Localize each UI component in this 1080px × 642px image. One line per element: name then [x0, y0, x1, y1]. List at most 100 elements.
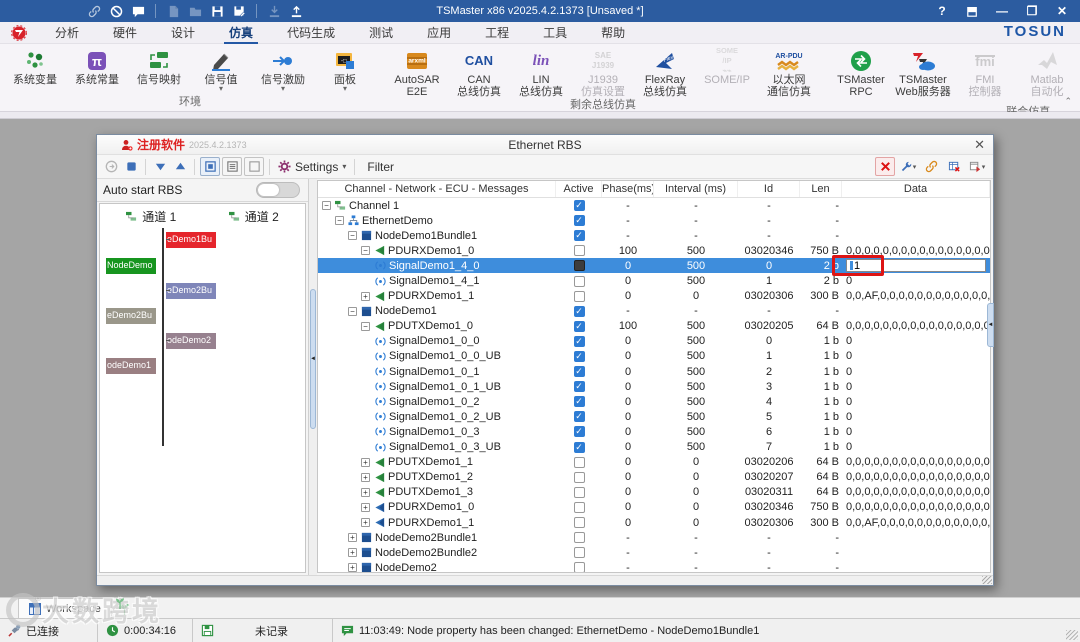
table-row-PDUTXDemo1_1[interactable]: +PDUTXDemo1_1000302020664 B0,0,0,0,0,0,0… — [318, 455, 990, 470]
active-checkbox[interactable] — [574, 472, 585, 483]
topology-node[interactable]: eDemo1Bu — [166, 232, 216, 248]
table-row-SignalDemo1_4_1[interactable]: SignalDemo1_4_1050012 b0 — [318, 273, 990, 288]
data-cell[interactable]: 1 — [842, 258, 990, 273]
stop-rbs-button[interactable] — [121, 157, 141, 176]
upload-icon[interactable] — [288, 3, 304, 19]
topology-node[interactable]: odeDemo2 — [166, 333, 216, 349]
table-row-SignalDemo1_0_3[interactable]: SignalDemo1_0_3✓050061 b0 — [318, 424, 990, 439]
menu-tab-帮助[interactable]: 帮助 — [584, 22, 642, 44]
close-button-icon[interactable]: ✕ — [1048, 2, 1076, 20]
dialog-resize-grip[interactable] — [982, 576, 992, 584]
column-header-Id[interactable]: Id — [738, 181, 800, 197]
table-row-SignalDemo1_0_0_UB[interactable]: SignalDemo1_0_0_UB✓050011 b0 — [318, 349, 990, 364]
new-file-icon[interactable] — [165, 3, 181, 19]
menu-tab-硬件[interactable]: 硬件 — [96, 22, 154, 44]
menu-tab-代码生成[interactable]: 代码生成 — [270, 22, 352, 44]
active-checkbox[interactable]: ✓ — [574, 200, 585, 211]
help-button-icon[interactable]: ? — [928, 2, 956, 20]
expand-expander-icon[interactable]: + — [348, 563, 357, 572]
menu-tab-工程[interactable]: 工程 — [468, 22, 526, 44]
column-header-Channel - Network - ECU - Messages[interactable]: Channel - Network - ECU - Messages — [318, 181, 556, 197]
export-window-button[interactable]: ▾ — [967, 157, 987, 176]
channel2-header[interactable]: 通道 2 — [203, 208, 306, 225]
view-compact-button[interactable] — [200, 157, 220, 176]
active-checkbox[interactable]: ✓ — [574, 215, 585, 226]
active-checkbox[interactable] — [574, 260, 585, 271]
active-checkbox[interactable] — [574, 487, 585, 498]
active-checkbox[interactable] — [574, 517, 585, 528]
active-checkbox[interactable] — [574, 562, 585, 573]
menu-tab-测试[interactable]: 测试 — [352, 22, 410, 44]
active-checkbox[interactable] — [574, 276, 585, 287]
active-checkbox[interactable]: ✓ — [574, 442, 585, 453]
active-checkbox[interactable] — [574, 532, 585, 543]
open-folder-icon[interactable] — [187, 3, 203, 19]
remove-table-button[interactable] — [944, 157, 964, 176]
maximize-button-icon[interactable]: ❐ — [1018, 2, 1046, 20]
table-row-PDUTXDemo1_0[interactable]: −PDUTXDemo1_0✓1005000302020564 B0,0,0,0,… — [318, 319, 990, 334]
topology-node[interactable]: eDemo2Bu — [106, 308, 156, 324]
table-row-SignalDemo1_4_0[interactable]: SignalDemo1_4_0050002 b1 — [318, 258, 990, 273]
save-icon[interactable] — [209, 3, 225, 19]
ribbon-button-FlexRay[interactable]: FlexFlexRay总线仿真 — [634, 46, 696, 98]
ribbon-button-TSMaster[interactable]: TSMasterWeb服务器 — [892, 46, 954, 98]
move-down-button[interactable] — [150, 157, 170, 176]
table-row-SignalDemo1_0_3_UB[interactable]: SignalDemo1_0_3_UB✓050071 b0 — [318, 440, 990, 455]
ribbon-button-LIN[interactable]: linLIN总线仿真 — [510, 46, 572, 98]
column-header-Phase(ms)[interactable]: Phase(ms) — [602, 181, 654, 197]
active-checkbox[interactable]: ✓ — [574, 230, 585, 241]
topology-node[interactable]: eDemo2Bu — [166, 283, 216, 299]
menu-tab-分析[interactable]: 分析 — [38, 22, 96, 44]
table-row-NodeDemo2Bundle2[interactable]: +NodeDemo2Bundle2---- — [318, 545, 990, 560]
dialog-close-icon[interactable]: ✕ — [974, 137, 985, 153]
active-checkbox[interactable] — [574, 457, 585, 468]
right-splitter-collapse-handle[interactable]: ◄ — [987, 303, 994, 347]
ribbon-button-系统变量[interactable]: 系统变量 — [4, 46, 66, 86]
topology-node[interactable]: NodeDemo — [106, 258, 156, 274]
active-checkbox[interactable] — [574, 245, 585, 256]
start-rbs-button[interactable] — [101, 157, 121, 176]
download-icon[interactable] — [266, 3, 282, 19]
expand-expander-icon[interactable]: + — [361, 503, 370, 512]
active-checkbox[interactable]: ✓ — [574, 336, 585, 347]
view-list-button[interactable] — [222, 157, 242, 176]
menu-tab-应用[interactable]: 应用 — [410, 22, 468, 44]
tools-wrench-button[interactable]: ▾ — [898, 157, 918, 176]
table-row-PDURXDemo1_1[interactable]: +PDURXDemo1_10003020306300 B0,0,AF,0,0,0… — [318, 289, 990, 304]
table-row-NodeDemo1Bundle1[interactable]: −NodeDemo1Bundle1✓---- — [318, 228, 990, 243]
ribbon-button-以太网[interactable]: AR-PDU以太网通信仿真 — [758, 46, 820, 98]
table-row-PDURXDemo1_1[interactable]: +PDURXDemo1_10003020306300 B0,0,AF,0,0,0… — [318, 515, 990, 530]
table-row-SignalDemo1_0_2[interactable]: SignalDemo1_0_2✓050041 b0 — [318, 394, 990, 409]
collapse-expander-icon[interactable]: − — [348, 231, 357, 240]
column-header-Len[interactable]: Len — [800, 181, 842, 197]
table-row-Channel 1[interactable]: −Channel 1✓---- — [318, 198, 990, 213]
expand-expander-icon[interactable]: + — [361, 473, 370, 482]
splitter-collapse-handle[interactable]: ◄ — [310, 289, 316, 429]
ribbon-button-面板[interactable]: -□面板▾ — [314, 46, 376, 92]
register-software[interactable]: 注册软件 2025.4.2.1373 — [97, 136, 247, 153]
pin-window-button-icon[interactable]: ⬒ — [958, 2, 986, 20]
active-checkbox[interactable]: ✓ — [574, 426, 585, 437]
column-header-Data[interactable]: Data — [842, 181, 990, 197]
ribbon-button-信号值[interactable]: 信号值▾ — [190, 46, 252, 92]
expand-expander-icon[interactable]: + — [348, 548, 357, 557]
active-checkbox[interactable]: ✓ — [574, 321, 585, 332]
table-row-EthernetDemo[interactable]: −EthernetDemo✓---- — [318, 213, 990, 228]
move-up-button[interactable] — [170, 157, 190, 176]
table-row-PDURXDemo1_0[interactable]: +PDURXDemo1_00003020346750 B0,0,0,0,0,0,… — [318, 500, 990, 515]
expand-expander-icon[interactable]: + — [361, 518, 370, 527]
table-row-SignalDemo1_0_2_UB[interactable]: SignalDemo1_0_2_UB✓050051 b0 — [318, 409, 990, 424]
ribbon-button-系统常量[interactable]: π系统常量 — [66, 46, 128, 86]
active-checkbox[interactable]: ✓ — [574, 366, 585, 377]
expand-expander-icon[interactable]: + — [361, 488, 370, 497]
active-checkbox[interactable]: ✓ — [574, 306, 585, 317]
link-database-button[interactable] — [921, 157, 941, 176]
active-checkbox[interactable] — [574, 291, 585, 302]
window-resize-grip[interactable] — [1066, 630, 1078, 640]
table-row-SignalDemo1_0_1_UB[interactable]: SignalDemo1_0_1_UB✓050031 b0 — [318, 379, 990, 394]
channel1-header[interactable]: 通道 1 — [100, 208, 203, 225]
topology-node[interactable]: odeDemo1 — [106, 358, 156, 374]
active-checkbox[interactable]: ✓ — [574, 351, 585, 362]
ribbon-button-信号激励[interactable]: 信号激励▾ — [252, 46, 314, 92]
auto-start-toggle[interactable] — [256, 182, 300, 198]
